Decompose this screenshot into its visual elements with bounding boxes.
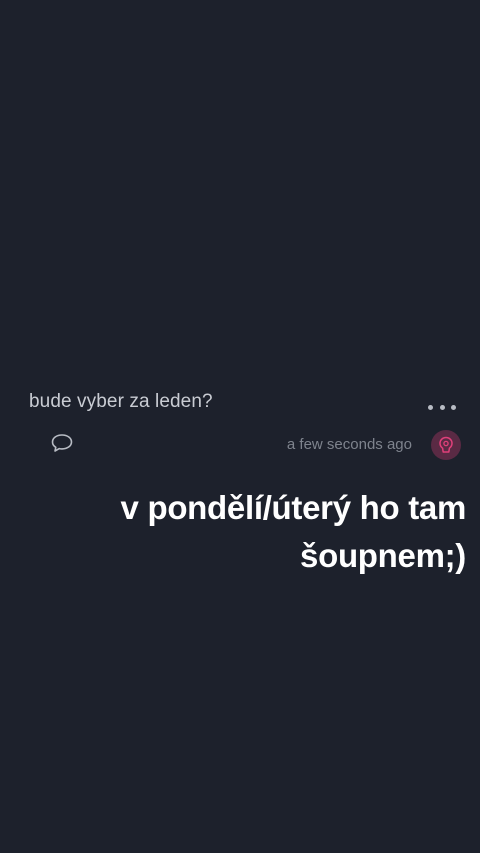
comment-text: bude vyber za leden? bbox=[29, 391, 213, 412]
more-options-button[interactable] bbox=[428, 399, 456, 415]
more-dot-icon bbox=[428, 404, 433, 410]
caption-line-1: v pondělí/úterý ho tam bbox=[120, 489, 467, 526]
overlay-caption: v pondělí/úterý ho tam šoupnem;) bbox=[36, 484, 467, 580]
more-dot-icon bbox=[439, 404, 445, 410]
speech-bubble-icon bbox=[51, 434, 73, 452]
reply-icon[interactable] bbox=[50, 432, 74, 454]
comment-timestamp: a few seconds ago bbox=[286, 436, 412, 453]
avatar-icon bbox=[439, 436, 453, 453]
caption-line-2: šoupnem;) bbox=[300, 537, 466, 574]
more-dot-icon bbox=[451, 404, 456, 410]
avatar[interactable] bbox=[431, 430, 461, 460]
